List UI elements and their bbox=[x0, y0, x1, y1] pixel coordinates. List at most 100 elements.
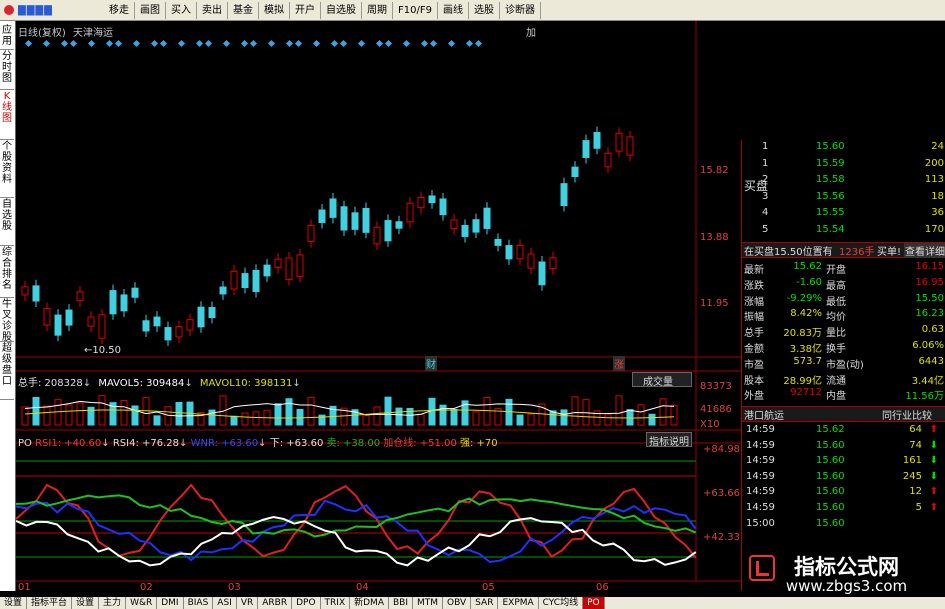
bottom-tab-5[interactable]: DMI bbox=[157, 597, 184, 609]
toolbar-button-3[interactable]: 卖出 bbox=[197, 1, 228, 19]
toolbar-button-7[interactable]: 自选股 bbox=[321, 1, 362, 19]
bottom-tab-8[interactable]: VR bbox=[237, 597, 259, 609]
bottom-tab-9[interactable]: ARBR bbox=[258, 597, 293, 609]
bottom-tab-10[interactable]: DPO bbox=[292, 597, 321, 609]
left-tab-5[interactable]: 综合排名 bbox=[0, 245, 14, 298]
sector-name[interactable]: 港口航运 bbox=[744, 407, 784, 422]
bottom-tab-17[interactable]: EXPMA bbox=[498, 597, 539, 609]
signal-marker bbox=[447, 39, 456, 48]
toolbar-button-12[interactable]: 诊断器 bbox=[500, 1, 541, 19]
quote-value: 6.06% bbox=[912, 340, 944, 351]
candle bbox=[252, 269, 260, 293]
finance-marker[interactable]: 财 bbox=[425, 356, 437, 371]
buy-detail-link[interactable]: 查看详细 bbox=[904, 243, 945, 258]
strong-value: 强: +70 bbox=[460, 438, 498, 449]
candle bbox=[527, 253, 535, 269]
candle bbox=[87, 316, 95, 327]
volume-dropdown-label: 成交量 bbox=[643, 377, 673, 388]
toolbar-button-2[interactable]: 买入 bbox=[166, 1, 197, 19]
bottom-tab-11[interactable]: TRIX bbox=[321, 597, 351, 609]
sector-compare[interactable]: 同行业比较 bbox=[882, 407, 932, 422]
left-tab-7[interactable]: 超级盘口 bbox=[0, 341, 14, 400]
bottom-tab-14[interactable]: MTM bbox=[413, 597, 444, 609]
low-price-label: ←10.50 bbox=[84, 345, 122, 356]
toolbar-button-10[interactable]: 画线 bbox=[438, 1, 469, 19]
bottom-tab-3[interactable]: 主力 bbox=[99, 597, 127, 609]
candle bbox=[494, 238, 502, 246]
left-tab-6[interactable]: 牛叉诊股 bbox=[0, 297, 14, 343]
trade-price: 15.60 bbox=[816, 486, 845, 498]
signal-marker bbox=[339, 39, 348, 48]
volume-dropdown[interactable]: 成交量 bbox=[632, 372, 692, 388]
bottom-tab-18[interactable]: CYC均线 bbox=[539, 597, 584, 609]
toolbar-button-1[interactable]: 画图 bbox=[135, 1, 166, 19]
order-price: 15.56 bbox=[816, 190, 845, 202]
candle bbox=[351, 212, 359, 230]
trade-volume: 5 bbox=[915, 502, 922, 513]
period-label[interactable]: 日线(复权) bbox=[18, 28, 66, 39]
quote-key: 均价 bbox=[826, 312, 846, 324]
signal-marker bbox=[429, 39, 438, 48]
trade-row: 14:59 15.60 245 ⬇ bbox=[742, 471, 945, 485]
candle bbox=[395, 221, 403, 229]
candle bbox=[219, 286, 227, 295]
bottom-tab-6[interactable]: BIAS bbox=[184, 597, 214, 609]
candle bbox=[109, 290, 117, 315]
bottom-tab-12[interactable]: 新DMA bbox=[350, 597, 389, 609]
quote-value: 6443 bbox=[918, 355, 944, 367]
left-tab-0[interactable]: 应用 bbox=[0, 23, 14, 50]
candle bbox=[164, 327, 172, 341]
bottom-tab-15[interactable]: OBV bbox=[443, 597, 472, 609]
bottom-tab-13[interactable]: BBI bbox=[389, 597, 413, 609]
quote-key: 换手 bbox=[826, 344, 846, 355]
kline-charts[interactable] bbox=[16, 21, 741, 597]
signal-marker bbox=[60, 39, 69, 48]
vol-tick-2: 41686 bbox=[700, 404, 732, 415]
toolbar-button-0[interactable]: 移走 bbox=[104, 1, 135, 19]
left-tab-4[interactable]: 自选股 bbox=[0, 197, 14, 246]
watermark-url: www.zbgs3.com bbox=[785, 577, 908, 595]
volume-bar bbox=[637, 404, 645, 426]
bottom-tab-0[interactable]: 设置 bbox=[0, 597, 28, 609]
candle bbox=[142, 320, 150, 332]
toolbar-button-9[interactable]: F10/F9 bbox=[393, 1, 438, 19]
indicator-help-button[interactable]: 指标说明 bbox=[646, 432, 692, 448]
order-level: 1 bbox=[762, 141, 769, 152]
order-level: 4 bbox=[762, 207, 769, 218]
toolbar-button-5[interactable]: 模拟 bbox=[259, 1, 290, 19]
toolbar-button-4[interactable]: 基金 bbox=[228, 1, 259, 19]
toolbar-buttons: 移走 画图 买入 卖出 基金 模拟 开户 自选股 周期 F10/F9 画线 选股 诊断器 bbox=[104, 1, 541, 19]
quote-key: 流通 bbox=[826, 375, 846, 387]
price-tick-3: 11.95 bbox=[700, 298, 729, 309]
toolbar-button-11[interactable]: 选股 bbox=[469, 1, 500, 19]
bottom-tab-7[interactable]: ASI bbox=[213, 597, 237, 609]
ind-tick-1: +84.98 bbox=[703, 444, 741, 455]
bottom-tab-4[interactable]: W&R bbox=[126, 597, 158, 609]
quote-key: 最高 bbox=[826, 280, 846, 292]
volume-bar bbox=[120, 399, 128, 426]
bottom-tab-16[interactable]: SAR bbox=[471, 597, 499, 609]
quote-key: 市盈(动) bbox=[826, 359, 864, 371]
candle bbox=[615, 132, 623, 152]
candle bbox=[439, 198, 447, 216]
toolbar-button-8[interactable]: 周期 bbox=[362, 1, 393, 19]
indicator-tabs: 设置 指标平台 设置 主力 W&R DMI BIAS ASI VR ARBR DPO TRIX 新DMA… bbox=[0, 597, 945, 609]
volume-bar bbox=[230, 415, 238, 426]
rise-marker[interactable]: 涨 bbox=[613, 356, 625, 371]
top-toolbar: ▇▇▇▇ 移走 画图 买入 卖出 基金 模拟 开户 自选股 周期 F10/F9 画线 选股 诊断器 bbox=[0, 0, 945, 21]
candle bbox=[65, 309, 73, 326]
trade-time: 14:59 bbox=[746, 470, 775, 482]
order-volume: 113 bbox=[924, 174, 944, 185]
down-value: 下: +63.60 bbox=[269, 438, 324, 449]
bottom-tab-19[interactable]: PO bbox=[583, 597, 605, 609]
stock-name: 天津海运 bbox=[73, 28, 113, 39]
bottom-tab-1[interactable]: 指标平台 bbox=[27, 597, 73, 609]
quote-row: 总手 20.83万 量比 0.63 bbox=[742, 324, 945, 339]
left-tab-1[interactable]: 分时图 bbox=[0, 49, 14, 90]
wnr-value: WNR: +63.60 bbox=[190, 438, 259, 449]
bottom-tab-2[interactable]: 设置 bbox=[72, 597, 100, 609]
toolbar-button-6[interactable]: 开户 bbox=[290, 1, 321, 19]
candle bbox=[241, 273, 249, 288]
left-tab-3[interactable]: 个股资料 bbox=[0, 139, 14, 198]
left-tab-2[interactable]: K线图 bbox=[0, 89, 14, 140]
